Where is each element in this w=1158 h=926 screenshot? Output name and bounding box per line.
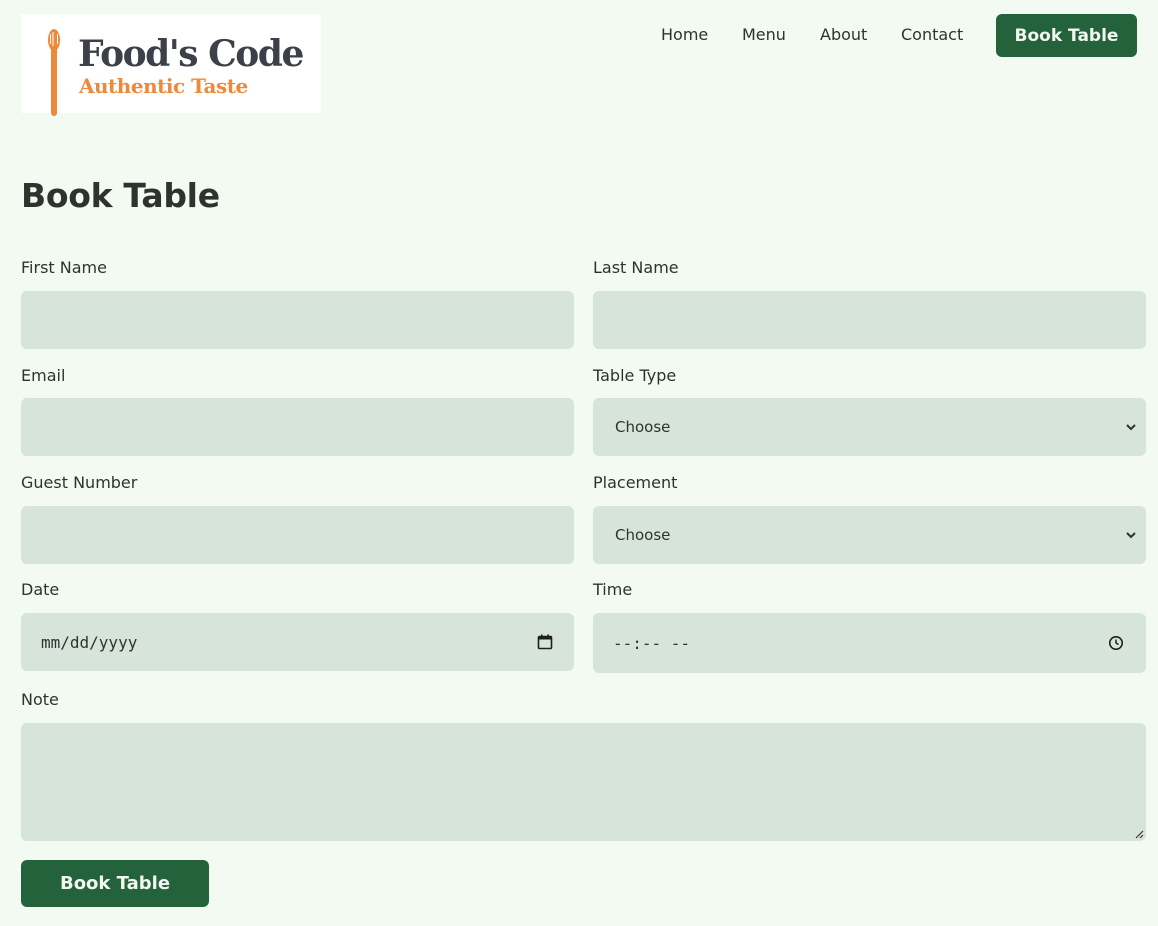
brand-logo[interactable]: Food's Code Authentic Taste [21, 14, 321, 116]
last-name-label: Last Name [593, 258, 679, 277]
table-type-select[interactable]: Choose [593, 398, 1146, 456]
guest-number-label: Guest Number [21, 473, 138, 492]
email-input[interactable] [21, 398, 574, 456]
nav-link-menu[interactable]: Menu [742, 25, 786, 44]
first-name-input[interactable] [21, 291, 574, 349]
chevron-down-icon [1126, 532, 1136, 539]
resize-handle-icon[interactable] [1134, 829, 1144, 839]
last-name-input[interactable] [593, 291, 1146, 349]
date-placeholder: mm/dd/yyyy [41, 632, 138, 652]
time-input[interactable]: --:-- -- [593, 613, 1146, 673]
nav-link-home[interactable]: Home [661, 25, 708, 44]
nav-link-contact[interactable]: Contact [901, 25, 963, 44]
note-textarea[interactable] [21, 723, 1146, 841]
clock-icon[interactable] [1108, 635, 1124, 651]
submit-book-table-button[interactable]: Book Table [21, 860, 209, 907]
table-type-selected-value: Choose [615, 418, 671, 436]
placement-select[interactable]: Choose [593, 506, 1146, 564]
time-label: Time [593, 580, 633, 599]
brand-tagline: Authentic Taste [79, 74, 248, 98]
placement-selected-value: Choose [615, 526, 671, 544]
date-input[interactable]: mm/dd/yyyy [21, 613, 574, 671]
time-placeholder: --:-- -- [613, 633, 691, 653]
email-label: Email [21, 366, 66, 385]
guest-number-input[interactable] [21, 506, 574, 564]
table-type-label: Table Type [593, 366, 677, 385]
first-name-label: First Name [21, 258, 107, 277]
calendar-icon[interactable] [537, 634, 553, 650]
nav-book-table-button[interactable]: Book Table [996, 14, 1137, 57]
brand-name: Food's Code [78, 33, 304, 75]
note-label: Note [21, 690, 59, 709]
chevron-down-icon [1126, 424, 1136, 431]
placement-label: Placement [593, 473, 678, 492]
date-label: Date [21, 580, 60, 599]
nav-link-about[interactable]: About [820, 25, 867, 44]
spoon-icon [48, 29, 60, 116]
page-title: Book Table [21, 176, 220, 215]
